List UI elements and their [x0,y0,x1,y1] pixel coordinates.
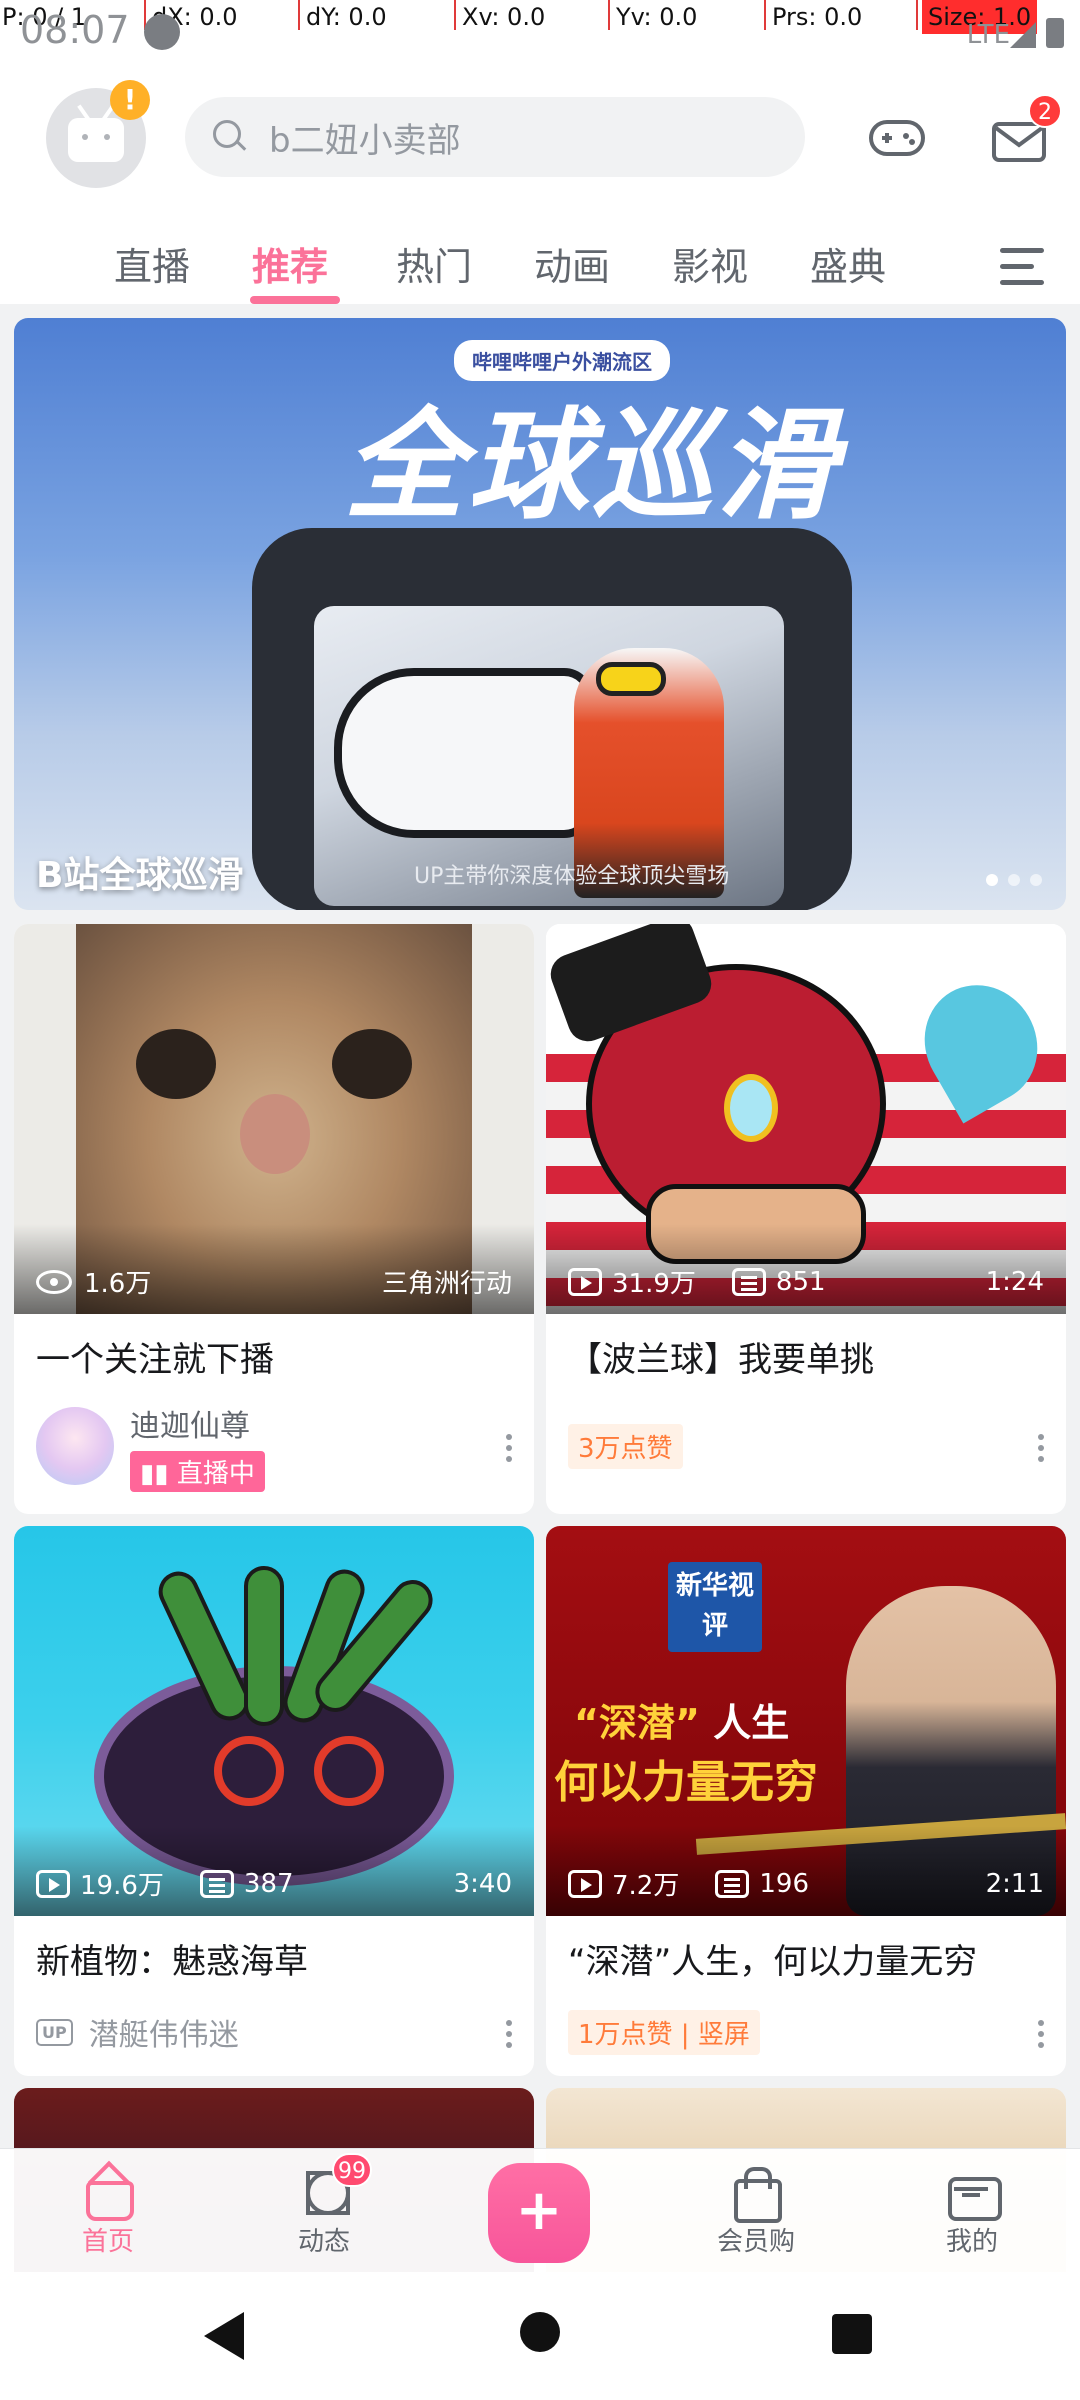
tv-icon [946,2167,1002,2221]
game-name: 三角洲行动 [381,1269,512,1299]
card-title: 【波兰球】我要单挑 [568,1340,874,1380]
danmaku-count: 387 [243,1868,294,1899]
play-count-icon [568,1267,602,1296]
shopping-bag-icon [730,2167,782,2223]
card-title: “深潜”人生，何以力量无穷 [568,1942,978,1982]
app-header: ! b二妞小卖部 2 直播 推荐 热门 动画 影视 盛典 [0,36,1080,304]
nav-shop[interactable]: 会员购 [696,2167,816,2258]
card-cover: 31.9万 851 1:24 [546,924,1066,1314]
search-placeholder: b二妞小卖部 [269,120,461,161]
card-title: 一个关注就下播 [36,1340,274,1380]
tab-recommend[interactable]: 推荐 [252,236,328,291]
banner-pager [986,874,1042,886]
danmaku-icon [199,1869,234,1898]
warning-badge: ! [110,80,150,120]
pressure: Prs: 0.0 [772,3,863,31]
cover-headline-2: 何以力量无穷 [554,1757,818,1808]
uploader-name[interactable]: 迪迦仙尊 [130,1401,265,1445]
cover-headline-1: “深潜” 人生 [574,1701,790,1745]
card-cover: 新华视评 “深潜” 人生 何以力量无穷 7.2万 196 2:11 [546,1526,1066,1916]
like-chip: 1万点赞 | 竖屏 [568,2009,760,2055]
more-options-icon[interactable] [1038,1434,1044,1462]
video-card[interactable]: 新华视评 “深潜” 人生 何以力量无穷 7.2万 196 2:11 “深潜”人生… [546,1526,1066,2076]
battery-icon [1046,18,1064,48]
channel-tabs: 直播 推荐 热门 动画 影视 盛典 [0,224,1080,304]
tab-anime[interactable]: 动画 [534,236,610,291]
status-app-icon [144,14,180,50]
uploader-avatar[interactable] [36,1407,114,1485]
more-options-icon[interactable] [1038,2020,1044,2048]
home-icon [82,2167,134,2221]
velocity-y: Yv: 0.0 [616,3,698,31]
danmaku-count: 196 [759,1868,809,1899]
dynamic-badge: 99 [332,2153,372,2187]
video-card[interactable]: 19.6万 387 3:40 新植物：魅惑海草 UP 潜艇伟伟迷 [14,1526,534,2076]
search-icon [213,120,247,154]
up-badge-icon: UP [36,2018,73,2046]
system-navigation-bar [0,2272,1080,2400]
view-count: 31.9万 [612,1269,696,1299]
search-bar[interactable]: b二妞小卖部 [185,97,805,177]
tab-gala[interactable]: 盛典 [810,236,886,291]
viewers-icon [36,1269,72,1294]
card-title: 新植物：魅惑海草 [36,1942,308,1982]
live-badge: ▮▮ 直播中 [130,1450,265,1492]
promo-banner[interactable]: 哔哩哔哩户外潮流区 全球巡滑 UP主带你深度体验全球顶尖雪场 B站全球巡滑 [14,318,1066,910]
card-cover: 19.6万 387 3:40 [14,1526,534,1916]
banner-headline: 全球巡滑 [344,397,840,536]
tab-film[interactable]: 影视 [672,236,748,291]
banner-title: B站全球巡滑 [36,855,244,896]
status-time: 08:07 [20,8,130,52]
video-card[interactable]: 1.6万 三角洲行动 一个关注就下播 迪迦仙尊 ▮▮ 直播中 [14,924,534,1514]
danmaku-count: 851 [775,1266,826,1297]
view-count: 19.6万 [80,1871,164,1901]
tab-hot[interactable]: 热门 [396,236,472,291]
card-cover: 1.6万 三角洲行动 [14,924,534,1314]
signal-icon [1010,22,1036,48]
play-count-icon [568,1869,602,1898]
like-chip: 3万点赞 [568,1423,683,1469]
more-options-icon[interactable] [506,2020,512,2048]
recents-icon[interactable] [832,2314,872,2354]
velocity-x: Xv: 0.0 [462,3,546,31]
duration: 3:40 [453,1868,512,1899]
duration: 2:11 [985,1868,1044,1899]
nav-home[interactable]: 首页 [48,2167,168,2258]
delta-y: dY: 0.0 [306,3,387,31]
gamepad-icon[interactable] [868,106,926,168]
xinhua-logo: 新华视评 [668,1562,762,1652]
video-card[interactable]: 31.9万 851 1:24 【波兰球】我要单挑 3万点赞 [546,924,1066,1514]
network-type: LTE [966,20,1010,50]
helicopter-image [334,668,594,838]
home-circle-icon[interactable] [520,2312,560,2352]
mail-badge: 2 [1028,94,1062,128]
active-tab-indicator [250,296,340,304]
view-count: 7.2万 [612,1871,680,1901]
tv-avatar-icon [68,118,124,162]
menu-icon[interactable] [1000,248,1044,286]
view-count: 1.6万 [84,1269,152,1299]
danmaku-icon [715,1869,750,1898]
banner-subtitle: UP主带你深度体验全球顶尖雪场 [414,864,730,889]
danmaku-icon [731,1267,766,1296]
tab-live[interactable]: 直播 [114,236,190,291]
duration: 1:24 [985,1266,1044,1297]
more-options-icon[interactable] [506,1434,512,1462]
publish-button[interactable]: + [488,2163,590,2263]
play-count-icon [36,1869,70,1898]
bottom-navigation: 首页 动态 99 + 会员购 我的 [0,2148,1080,2272]
uploader-name[interactable]: 潜艇伟伟迷 [89,2010,239,2054]
nav-mine[interactable]: 我的 [912,2167,1032,2258]
back-icon[interactable] [204,2312,244,2360]
